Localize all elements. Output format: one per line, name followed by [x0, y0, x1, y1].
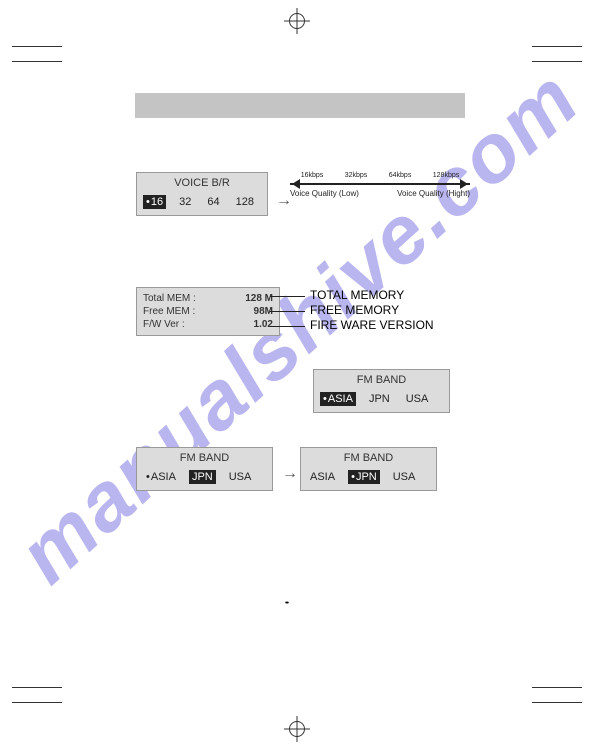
crop-mark — [12, 702, 62, 703]
option-jpn: JPN — [189, 470, 216, 484]
option-asia: ASIA — [307, 470, 338, 484]
watermark-text: manualshive.com — [1, 52, 594, 602]
crop-mark — [532, 46, 582, 47]
option-64: 64 — [204, 195, 222, 209]
option-jpn: JPN — [348, 470, 380, 484]
fm-band-title: FM BAND — [137, 448, 272, 466]
option-usa: USA — [403, 392, 432, 406]
fm-band-box-2b: FM BAND ASIA JPN USA — [300, 447, 437, 491]
arrow-right-icon: → — [282, 465, 298, 483]
voice-br-title: VOICE B/R — [137, 173, 267, 191]
callout-line — [270, 296, 305, 297]
fm-band-box-1: FM BAND ASIA JPN USA — [313, 369, 450, 413]
option-usa: USA — [390, 470, 419, 484]
fm-band-title: FM BAND — [314, 370, 449, 388]
option-asia: ASIA — [143, 470, 179, 484]
crop-mark — [532, 702, 582, 703]
quality-arrow-bar — [290, 183, 470, 185]
memory-info-box: Total MEM :128 M Free MEM :98M F/W Ver :… — [136, 287, 280, 336]
crop-mark — [532, 61, 582, 62]
crop-mark — [12, 687, 62, 688]
registration-mark — [284, 716, 310, 742]
callout-free: FREE MEMORY — [310, 303, 399, 317]
crop-mark — [12, 46, 62, 47]
option-jpn: JPN — [366, 392, 393, 406]
option-32: 32 — [176, 195, 194, 209]
fm-band-box-2a: FM BAND ASIA JPN USA — [136, 447, 273, 491]
callout-fw: FIRE WARE VERSION — [310, 318, 434, 332]
voice-br-box: VOICE B/R 16 32 64 128 — [136, 172, 268, 216]
option-128: 128 — [233, 195, 257, 209]
registration-mark — [284, 8, 310, 34]
callout-line — [270, 326, 305, 327]
option-usa: USA — [226, 470, 255, 484]
crop-mark — [532, 687, 582, 688]
header-bar — [135, 93, 465, 118]
callout-total: TOTAL MEMORY — [310, 288, 404, 302]
voice-br-options: 16 32 64 128 — [137, 191, 267, 215]
callout-line — [270, 311, 305, 312]
page-number: •• — [285, 600, 288, 607]
option-16: 16 — [143, 195, 166, 209]
quality-scale: 16kbps 32kbps 64kbps 128kbps Voice Quali… — [290, 172, 470, 198]
crop-mark — [12, 61, 62, 62]
option-asia: ASIA — [320, 392, 356, 406]
fm-band-title: FM BAND — [301, 448, 436, 466]
